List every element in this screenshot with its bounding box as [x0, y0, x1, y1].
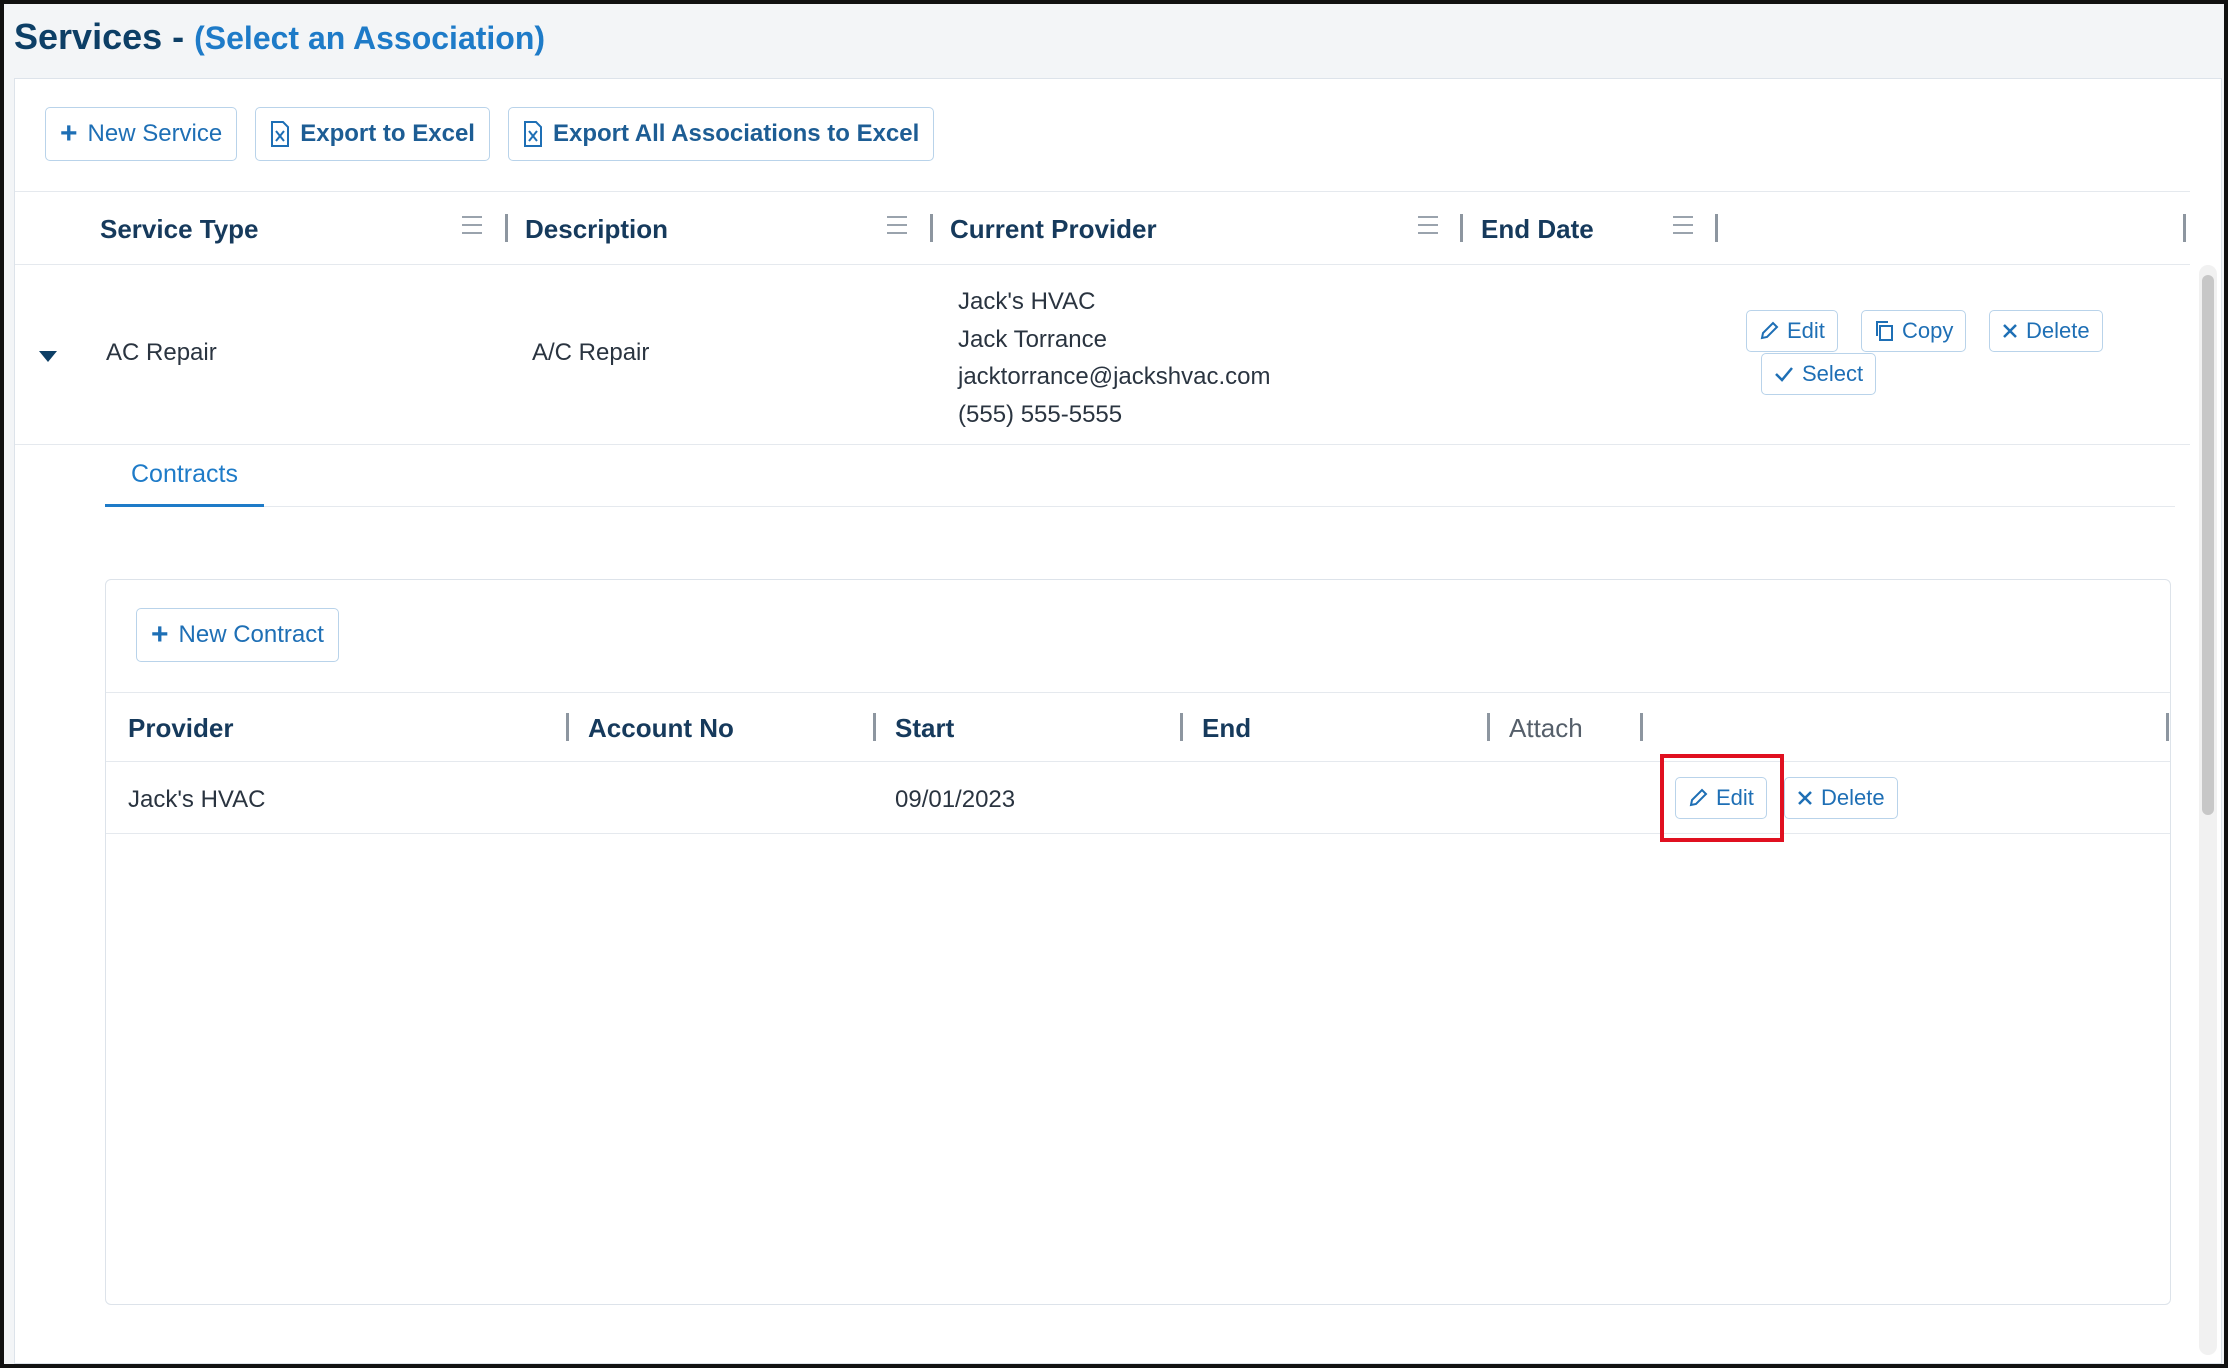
- copy-icon: [1874, 320, 1894, 342]
- contracts-panel: + New Contract Provider Account No Start…: [105, 579, 2171, 1305]
- pencil-icon: [1759, 321, 1779, 341]
- delete-label: Delete: [1821, 785, 1885, 810]
- export-to-excel-button[interactable]: Export to Excel: [255, 107, 490, 161]
- edit-service-button[interactable]: Edit: [1746, 310, 1838, 352]
- scrollbar-thumb[interactable]: [2202, 275, 2214, 815]
- contract-provider-cell: Jack's HVAC: [128, 786, 266, 813]
- delete-label: Delete: [2026, 318, 2090, 343]
- column-header-description[interactable]: Description: [525, 192, 668, 266]
- tab-contracts[interactable]: Contracts: [105, 445, 264, 507]
- column-resize-handle[interactable]: [1487, 713, 1490, 741]
- plus-icon: +: [151, 618, 169, 651]
- column-header-current-provider[interactable]: Current Provider: [950, 192, 1157, 266]
- column-resize-handle[interactable]: [2166, 713, 2169, 741]
- excel-file-icon: [270, 121, 290, 147]
- column-header-end-date[interactable]: End Date: [1481, 192, 1594, 266]
- table-row[interactable]: Jack's HVAC 09/01/2023 Edit Delete: [106, 754, 2170, 842]
- app-window: Services - (Select an Association) + New…: [0, 0, 2228, 1368]
- column-menu-icon[interactable]: [1673, 216, 1693, 238]
- current-provider-cell: Jack's HVAC Jack Torrance jacktorrance@j…: [958, 283, 1270, 433]
- toolbar: + New Service Export to Excel Export All…: [45, 107, 935, 161]
- column-menu-icon[interactable]: [1418, 216, 1438, 238]
- copy-service-button[interactable]: Copy: [1861, 310, 1967, 352]
- provider-contact: Jack Torrance: [958, 325, 1107, 353]
- column-resize-handle[interactable]: [2183, 214, 2186, 242]
- table-row[interactable]: AC Repair A/C Repair Jack's HVAC Jack To…: [15, 265, 2190, 445]
- column-header-end[interactable]: End: [1202, 693, 1251, 763]
- close-icon: [2002, 323, 2018, 339]
- excel-file-icon: [523, 121, 543, 147]
- description-cell: A/C Repair: [532, 339, 650, 366]
- column-header-attach[interactable]: Attach: [1509, 693, 1583, 763]
- edit-label: Edit: [1787, 318, 1825, 343]
- delete-service-button[interactable]: Delete: [1989, 310, 2103, 352]
- column-resize-handle[interactable]: [1640, 713, 1643, 741]
- column-resize-handle[interactable]: [873, 713, 876, 741]
- export-all-label: Export All Associations to Excel: [552, 120, 920, 147]
- column-header-service-type[interactable]: Service Type: [100, 192, 259, 266]
- association-selector-link[interactable]: (Select an Association): [194, 20, 545, 57]
- close-icon: [1797, 790, 1813, 806]
- provider-name: Jack's HVAC: [958, 288, 1096, 315]
- new-service-label: New Service: [87, 120, 223, 147]
- contract-start-cell: 09/01/2023: [895, 786, 1016, 813]
- provider-email: jacktorrance@jackshvac.com: [958, 363, 1271, 390]
- select-label: Select: [1802, 361, 1864, 386]
- caret-down-icon[interactable]: [39, 351, 57, 362]
- select-service-button[interactable]: Select: [1761, 353, 1877, 395]
- new-service-button[interactable]: + New Service: [45, 107, 238, 161]
- page-header: Services - (Select an Association): [14, 16, 545, 66]
- export-to-excel-label: Export to Excel: [300, 120, 475, 147]
- plus-icon: +: [60, 117, 78, 150]
- export-all-button[interactable]: Export All Associations to Excel: [507, 107, 935, 161]
- column-header-provider[interactable]: Provider: [128, 693, 234, 763]
- column-resize-handle[interactable]: [930, 214, 933, 242]
- detail-tabs: Contracts: [105, 445, 2175, 507]
- column-menu-icon[interactable]: [462, 216, 482, 238]
- delete-contract-button[interactable]: Delete: [1784, 777, 1898, 819]
- column-resize-handle[interactable]: [566, 713, 569, 741]
- contracts-grid-header: Provider Account No Start End Attach: [106, 692, 2170, 762]
- page-title: Services -: [14, 16, 185, 57]
- provider-phone: (555) 555-5555: [958, 400, 1123, 428]
- column-header-start[interactable]: Start: [895, 693, 954, 763]
- column-resize-handle[interactable]: [1180, 713, 1183, 741]
- checkmark-icon: [1774, 366, 1794, 382]
- vertical-scrollbar[interactable]: [2199, 265, 2217, 1355]
- new-contract-label: New Contract: [178, 621, 324, 648]
- services-panel: + New Service Export to Excel Export All…: [14, 78, 2222, 1364]
- highlight-box: [1660, 754, 1784, 842]
- column-menu-icon[interactable]: [887, 216, 907, 238]
- column-resize-handle[interactable]: [1715, 214, 1718, 242]
- column-resize-handle[interactable]: [505, 214, 508, 242]
- new-contract-button[interactable]: + New Contract: [136, 608, 339, 662]
- services-grid-header: Service Type Description Current Provide…: [15, 191, 2190, 265]
- column-header-account-no[interactable]: Account No: [588, 693, 734, 763]
- copy-label: Copy: [1902, 318, 1954, 343]
- service-type-cell: AC Repair: [106, 339, 217, 366]
- column-resize-handle[interactable]: [1460, 214, 1463, 242]
